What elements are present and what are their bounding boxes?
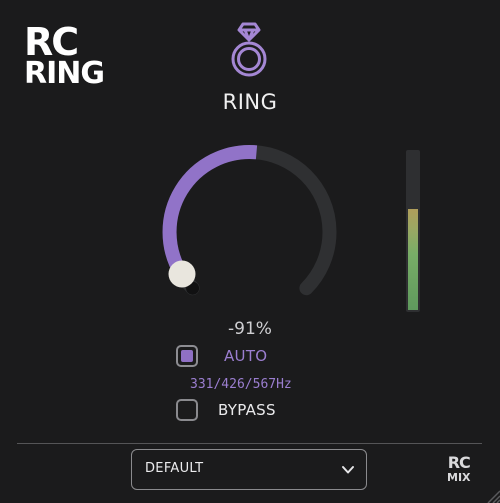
- preset-dropdown[interactable]: DEFAULT: [131, 449, 367, 490]
- bypass-label[interactable]: BYPASS: [218, 401, 276, 419]
- footer-divider: [17, 443, 482, 444]
- bypass-checkbox[interactable]: [176, 399, 198, 421]
- auto-frequencies: 331/426/567Hz: [190, 377, 292, 392]
- output-level-meter: [406, 150, 420, 312]
- logo-line-1: RC: [24, 20, 79, 64]
- app-logo: RC RING: [24, 20, 105, 91]
- brand-line-2: MIX: [447, 471, 471, 484]
- knob-value-readout: -91%: [228, 319, 272, 339]
- auto-checkbox[interactable]: [176, 345, 198, 367]
- logo-line-2: RING: [24, 56, 105, 91]
- chevron-down-icon: [342, 466, 354, 474]
- ring-amount-knob[interactable]: [145, 130, 355, 320]
- plugin-title: RING: [222, 90, 278, 114]
- brand-logo: RC MIX: [447, 455, 471, 485]
- meter-fill: [408, 208, 418, 310]
- preset-selected-value: DEFAULT: [145, 461, 204, 476]
- auto-label[interactable]: AUTO: [224, 347, 267, 365]
- knob-value-arc: [162, 145, 258, 279]
- resize-grip[interactable]: [484, 487, 500, 503]
- auto-checkbox-mark: [181, 350, 193, 362]
- ring-icon: [231, 22, 267, 77]
- knob-handle: [168, 260, 196, 288]
- brand-line-1: RC: [447, 453, 471, 472]
